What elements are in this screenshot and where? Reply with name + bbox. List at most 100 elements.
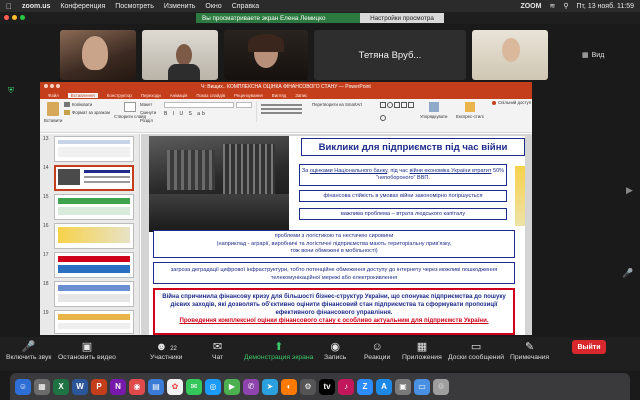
reset-button[interactable]: Скинути: [140, 110, 156, 115]
menu-app-name[interactable]: zoom.us: [22, 3, 50, 10]
slide-thumbnail[interactable]: [54, 223, 134, 249]
chat-button[interactable]: ✉ Чат: [212, 340, 223, 361]
preview-icon[interactable]: ▣: [395, 378, 411, 395]
unmute-button[interactable]: 🎤 Включить звук: [6, 340, 51, 361]
notes-button[interactable]: ✎ Примечания: [510, 340, 549, 361]
participants-label: Участники: [150, 354, 183, 361]
app-icon[interactable]: ◉: [129, 378, 145, 395]
apple-icon[interactable]: : [6, 2, 12, 11]
slide-thumbnail[interactable]: [54, 194, 134, 220]
quick-styles-button[interactable]: Експрес-стилі: [456, 102, 484, 119]
appstore-icon[interactable]: A: [376, 378, 392, 395]
onenote-icon[interactable]: N: [110, 378, 126, 395]
ppt-tab-file[interactable]: Файл: [48, 93, 59, 98]
layout-button[interactable]: Макет: [140, 102, 152, 107]
copy-button[interactable]: Копіювати: [64, 102, 92, 107]
music-icon[interactable]: ♪: [338, 378, 354, 395]
participant-face: [82, 36, 108, 70]
word-icon[interactable]: W: [72, 378, 88, 395]
messages-icon[interactable]: ✉: [186, 378, 202, 395]
record-button[interactable]: ◉ Запись: [324, 340, 346, 361]
share-ppt-button[interactable]: Спільний доступ: [492, 100, 531, 105]
format-painter-button[interactable]: Формат за зразком: [64, 110, 110, 115]
paragraph-group[interactable]: [256, 102, 306, 122]
excel-icon[interactable]: X: [53, 378, 69, 395]
participant-video-tile[interactable]: [472, 30, 548, 80]
facetime-icon[interactable]: ▶: [224, 378, 240, 395]
current-slide[interactable]: Виклики для підприємств під час війни За…: [149, 136, 525, 335]
finder-icon[interactable]: ☺: [15, 378, 31, 395]
firefox-icon[interactable]: ◐: [281, 378, 297, 395]
viber-icon[interactable]: ✆: [243, 378, 259, 395]
font-select[interactable]: [164, 102, 234, 108]
ppt-close-icon[interactable]: [44, 84, 48, 88]
appletv-icon[interactable]: tv: [319, 378, 335, 395]
gallery-view-button[interactable]: ▦ Вид: [582, 30, 632, 80]
font-style-buttons[interactable]: B I U S ab: [164, 111, 207, 117]
font-size-select[interactable]: [236, 102, 252, 108]
menu-item-view[interactable]: Посмотреть: [115, 3, 154, 10]
leave-meeting-button[interactable]: Выйти: [572, 340, 606, 354]
telegram-icon[interactable]: ➤: [262, 378, 278, 395]
menu-item-window[interactable]: Окно: [205, 3, 221, 10]
settings-icon[interactable]: ⚙: [300, 378, 316, 395]
calendar-icon[interactable]: ▤: [148, 378, 164, 395]
ppt-tab-slideshow[interactable]: Показ слайдів: [196, 93, 225, 98]
reactions-button[interactable]: ☺ Реакции: [364, 340, 390, 361]
menu-item-edit[interactable]: Изменить: [164, 3, 196, 10]
menu-item-conference[interactable]: Конференция: [60, 3, 105, 10]
ppt-tab-transitions[interactable]: Переходи: [141, 93, 161, 98]
share-screen-button[interactable]: ⬆ Демонстрация экрана: [244, 340, 313, 361]
section-button[interactable]: Розділ: [140, 118, 153, 123]
trash-icon[interactable]: ♲: [433, 378, 449, 395]
shapes-gallery[interactable]: [380, 102, 414, 126]
paste-button[interactable]: Вставити: [44, 102, 62, 123]
search-icon[interactable]: ⚲: [563, 2, 568, 10]
participant-video-tile[interactable]: [142, 30, 218, 80]
ppt-tab-insert[interactable]: Вставлення: [67, 92, 98, 98]
slide-thumbnail-selected[interactable]: [54, 165, 134, 191]
ppt-tab-view[interactable]: Вигляд: [272, 93, 286, 98]
ppt-zoom-icon[interactable]: [56, 84, 60, 88]
close-window-icon[interactable]: [4, 15, 9, 20]
zoom-app-icon[interactable]: Z: [357, 378, 373, 395]
participants-button[interactable]: ☻ 22 Участники: [150, 340, 182, 361]
copy-label: Копіювати: [72, 102, 93, 107]
mic-muted-icon: 🎤: [21, 341, 36, 353]
thumb-number: 17: [43, 252, 49, 258]
photos-icon[interactable]: ✿: [167, 378, 183, 395]
clock-text[interactable]: Пт, 13 нояб. 11:59: [576, 3, 634, 10]
stop-video-button[interactable]: ▣ Остановить видео: [58, 340, 116, 361]
apps-button[interactable]: ▦ Приложения: [402, 340, 442, 361]
arrange-button[interactable]: Упорядкувати: [420, 102, 447, 119]
wifi-icon[interactable]: ≋: [549, 2, 555, 10]
slide-thumbnail[interactable]: [54, 281, 134, 307]
convert-smartart-button[interactable]: Перетворити на SmartArt: [312, 102, 362, 107]
menu-item-help[interactable]: Справка: [232, 3, 259, 10]
launchpad-icon[interactable]: ▦: [34, 378, 50, 395]
security-shield-icon[interactable]: ⛨: [8, 86, 14, 96]
participant-name-tile[interactable]: Тетяна Вруб...: [314, 30, 466, 80]
participant-body: [168, 64, 200, 80]
scroll-right-icon[interactable]: ▶: [626, 185, 633, 196]
ppt-tab-design[interactable]: Конструктор: [107, 93, 132, 98]
whiteboards-button[interactable]: ▭ Доски сообщений: [448, 340, 504, 361]
fullscreen-window-icon[interactable]: [20, 15, 25, 20]
participant-video-tile[interactable]: [224, 30, 308, 80]
ppt-tab-review[interactable]: Рецензування: [234, 93, 263, 98]
folder-icon[interactable]: ▭: [414, 378, 430, 395]
slide-thumbnail[interactable]: [54, 136, 134, 162]
ppt-minimize-icon[interactable]: [50, 84, 54, 88]
ppt-tab-record[interactable]: Запис: [295, 93, 307, 98]
mic-icon[interactable]: 🎤: [622, 268, 633, 279]
view-options-button[interactable]: Настройки просмотра: [360, 13, 444, 23]
slide-thumbnail[interactable]: [54, 252, 134, 278]
powerpoint-icon[interactable]: P: [91, 378, 107, 395]
minimize-window-icon[interactable]: [12, 15, 17, 20]
participant-video-tile[interactable]: [60, 30, 136, 80]
stop-video-label: Остановить видео: [58, 354, 116, 361]
zoom-status-label[interactable]: ZOOM: [520, 3, 541, 10]
slide-thumbnail[interactable]: [54, 310, 134, 334]
safari-icon[interactable]: ◎: [205, 378, 221, 395]
ppt-tab-animation[interactable]: Анімація: [170, 93, 188, 98]
